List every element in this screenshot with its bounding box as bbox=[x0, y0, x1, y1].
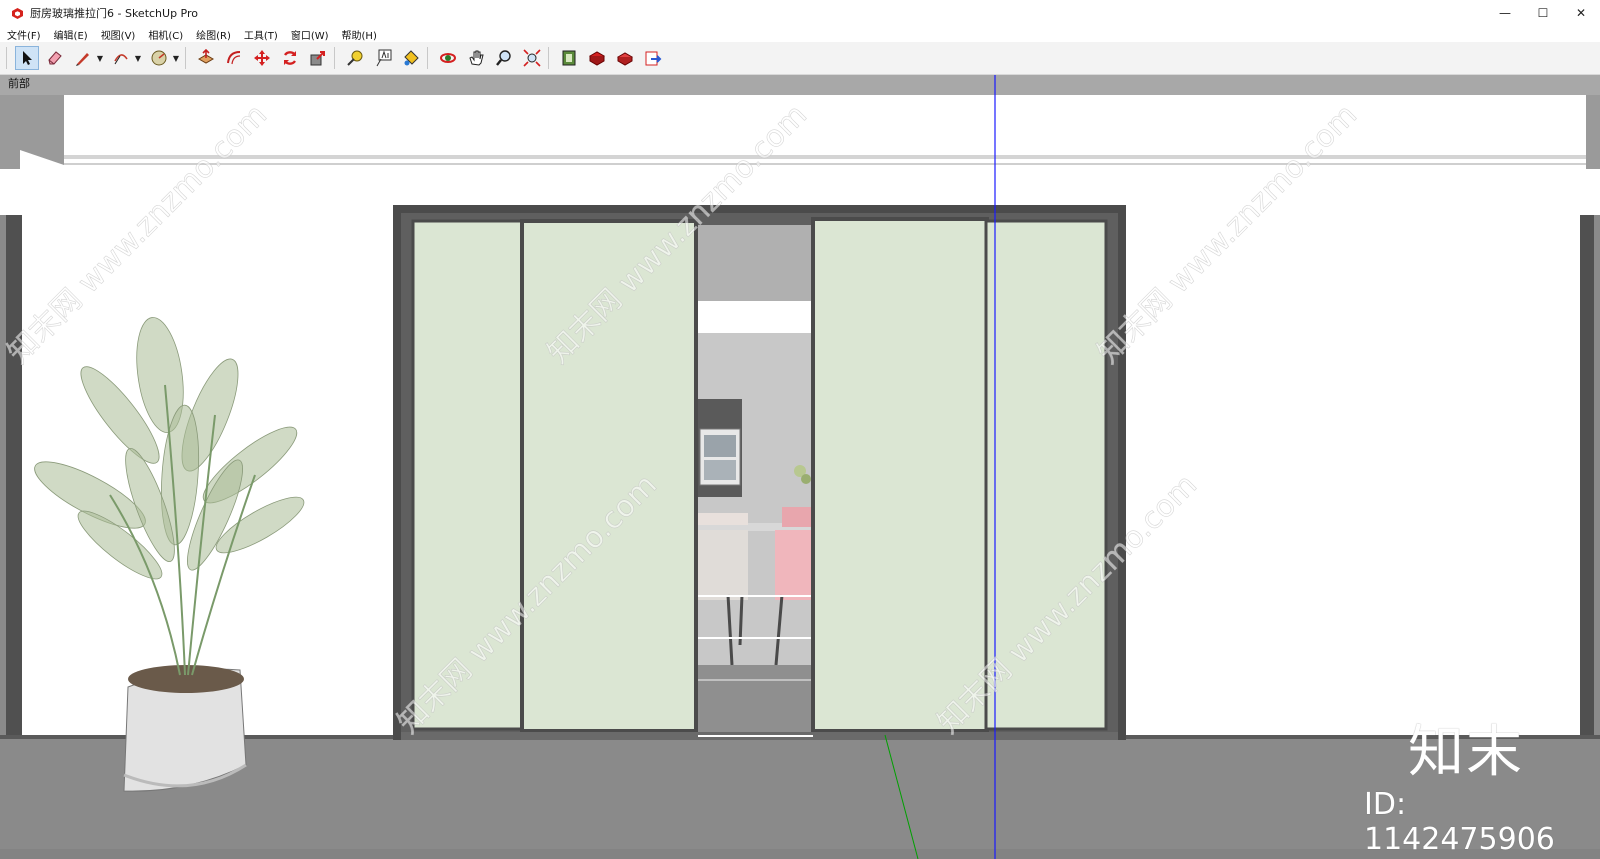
watermark-id: ID: 1142475906 bbox=[1364, 787, 1555, 857]
magnifier-icon bbox=[496, 50, 511, 66]
orbit-icon bbox=[440, 53, 456, 63]
text-icon bbox=[376, 49, 392, 67]
scale-icon bbox=[310, 51, 325, 66]
toolbar-separator bbox=[548, 47, 549, 69]
title-bar: 厨房玻璃推拉门6 - SketchUp Pro — ☐ ✕ bbox=[0, 0, 1600, 26]
orbit-tool[interactable] bbox=[436, 46, 460, 70]
line-tool[interactable] bbox=[71, 46, 95, 70]
zoom-tool[interactable] bbox=[492, 46, 516, 70]
watermark-logo: 知末 bbox=[1408, 720, 1524, 785]
menu-window[interactable]: 窗口(W) bbox=[284, 27, 335, 42]
menu-camera[interactable]: 相机(C) bbox=[141, 27, 189, 42]
window-title: 厨房玻璃推拉门6 - SketchUp Pro bbox=[30, 7, 199, 20]
scene-tab-label[interactable]: 前部 bbox=[8, 75, 30, 91]
layout-button[interactable] bbox=[613, 46, 637, 70]
offset-icon bbox=[227, 51, 241, 65]
pan-tool[interactable] bbox=[464, 46, 488, 70]
maximize-button[interactable]: ☐ bbox=[1524, 0, 1562, 26]
menu-draw[interactable]: 绘图(R) bbox=[189, 27, 237, 42]
chevron-down-icon: ▼ bbox=[172, 53, 180, 63]
chevron-down-icon: ▼ bbox=[96, 53, 104, 63]
arrow-icon bbox=[23, 51, 32, 65]
menu-view[interactable]: 视图(V) bbox=[94, 27, 142, 42]
close-button[interactable]: ✕ bbox=[1562, 0, 1600, 26]
3d-warehouse-button[interactable] bbox=[557, 46, 581, 70]
toolbar-grip bbox=[6, 47, 7, 69]
arc-icon bbox=[114, 54, 128, 65]
scene-drawing: 知末网 www.znzmo.com 知末网 www.znzmo.com 知末网 … bbox=[0, 75, 1600, 859]
sketchup-logo-icon bbox=[10, 6, 24, 20]
push-pull-tool[interactable] bbox=[194, 46, 218, 70]
menu-tools[interactable]: 工具(T) bbox=[237, 27, 284, 42]
menu-help[interactable]: 帮助(H) bbox=[335, 27, 383, 42]
toolbar-separator bbox=[334, 47, 335, 69]
chevron-down-icon: ▼ bbox=[134, 53, 142, 63]
offset-tool[interactable] bbox=[222, 46, 246, 70]
move-icon bbox=[254, 50, 270, 66]
menu-bar: 文件(F) 编辑(E) 视图(V) 相机(C) 绘图(R) 工具(T) 窗口(W… bbox=[0, 26, 1600, 42]
extension-icon bbox=[588, 51, 606, 66]
tape-measure-icon bbox=[347, 50, 363, 66]
eraser-icon bbox=[48, 51, 62, 65]
line-tool-dropdown[interactable]: ▼ bbox=[95, 46, 105, 70]
window-controls: — ☐ ✕ bbox=[1486, 0, 1600, 26]
arc-tool[interactable] bbox=[109, 46, 133, 70]
text-tool[interactable] bbox=[371, 46, 395, 70]
hand-icon bbox=[469, 50, 484, 66]
send-to-layout-button[interactable] bbox=[641, 46, 665, 70]
extension-warehouse-button[interactable] bbox=[585, 46, 609, 70]
toolbar-separator bbox=[185, 47, 186, 69]
shape-tool[interactable] bbox=[147, 46, 171, 70]
scale-tool[interactable] bbox=[306, 46, 330, 70]
send-icon bbox=[645, 51, 662, 66]
pencil-icon bbox=[76, 53, 89, 66]
push-pull-icon bbox=[197, 49, 215, 64]
circle-icon bbox=[151, 50, 167, 66]
menu-edit[interactable]: 编辑(E) bbox=[47, 27, 94, 42]
rotate-tool[interactable] bbox=[278, 46, 302, 70]
layout-icon bbox=[616, 52, 634, 66]
paint-bucket-icon bbox=[404, 50, 419, 66]
toolbar: ▼ ▼ ▼ bbox=[0, 42, 1600, 75]
minimize-button[interactable]: — bbox=[1486, 0, 1524, 26]
paint-bucket-tool[interactable] bbox=[399, 46, 423, 70]
eraser-tool[interactable] bbox=[43, 46, 67, 70]
warehouse-icon bbox=[562, 50, 576, 66]
move-tool[interactable] bbox=[250, 46, 274, 70]
shape-tool-dropdown[interactable]: ▼ bbox=[171, 46, 181, 70]
zoom-extents-icon bbox=[523, 49, 541, 67]
select-tool[interactable] bbox=[15, 46, 39, 70]
toolbar-separator bbox=[427, 47, 428, 69]
menu-file[interactable]: 文件(F) bbox=[0, 27, 47, 42]
zoom-extents-tool[interactable] bbox=[520, 46, 544, 70]
arc-tool-dropdown[interactable]: ▼ bbox=[133, 46, 143, 70]
rotate-icon bbox=[284, 51, 296, 65]
model-viewport[interactable]: 知末网 www.znzmo.com 知末网 www.znzmo.com 知末网 … bbox=[0, 75, 1600, 859]
tape-measure-tool[interactable] bbox=[343, 46, 367, 70]
